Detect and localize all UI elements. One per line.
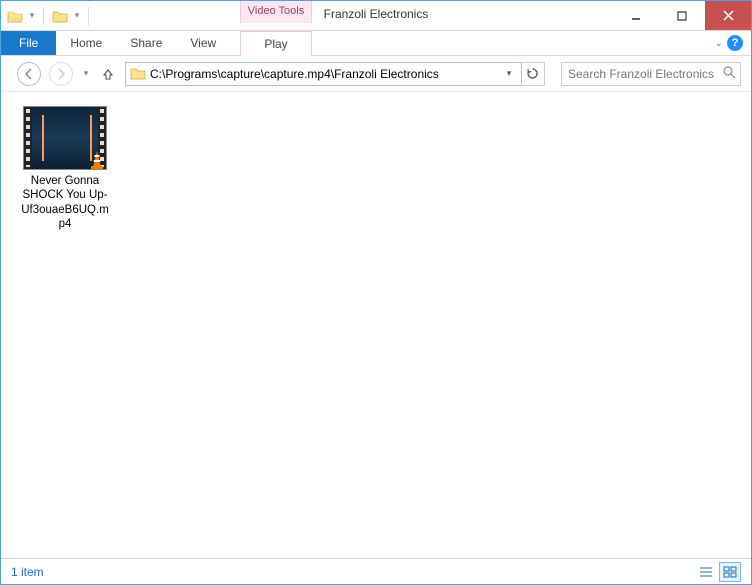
folder-icon: [5, 6, 25, 26]
status-bar: 1 item: [1, 558, 751, 584]
search-input[interactable]: [568, 67, 723, 81]
qat-separator: [88, 7, 89, 25]
file-list[interactable]: Never Gonna SHOCK You Up-Uf3ouaeB6UQ.mp4: [1, 92, 751, 558]
tab-play[interactable]: Play: [240, 31, 312, 56]
thumbnails-view-button[interactable]: [719, 562, 741, 582]
forward-button[interactable]: [49, 62, 73, 86]
address-input[interactable]: [150, 64, 501, 84]
folder-icon: [50, 6, 70, 26]
close-button[interactable]: [705, 1, 751, 30]
item-count-label: 1 item: [11, 565, 44, 579]
search-box[interactable]: [561, 62, 741, 86]
address-bar[interactable]: ▾: [125, 62, 522, 86]
qat-customize-icon[interactable]: ▾: [72, 10, 82, 21]
back-button[interactable]: [17, 62, 41, 86]
folder-icon: [130, 66, 146, 82]
ribbon-tabs: File Home Share View Play ⌄ ?: [1, 31, 751, 56]
search-icon: [723, 66, 736, 82]
file-name-label: Never Gonna SHOCK You Up-Uf3ouaeB6UQ.mp4: [19, 174, 111, 232]
qat-separator: [43, 7, 44, 25]
navigation-bar: ▾ ▾: [1, 56, 751, 92]
title-bar: ▾ ▾ Video Tools Franzoli Electronics: [1, 1, 751, 31]
file-tab[interactable]: File: [1, 31, 56, 55]
expand-ribbon-icon[interactable]: ⌄: [715, 38, 723, 49]
context-tab-group: Video Tools: [240, 1, 312, 23]
address-dropdown-icon[interactable]: ▾: [501, 68, 517, 79]
up-button[interactable]: [99, 67, 117, 81]
help-icon[interactable]: ?: [727, 35, 743, 51]
maximize-button[interactable]: [659, 1, 705, 30]
tab-share[interactable]: Share: [116, 31, 176, 55]
tab-home[interactable]: Home: [56, 31, 116, 55]
tab-view[interactable]: View: [176, 31, 230, 55]
qat-dropdown-icon[interactable]: ▾: [27, 10, 37, 21]
refresh-button[interactable]: [521, 62, 545, 86]
vlc-icon: [86, 149, 108, 171]
file-item[interactable]: Never Gonna SHOCK You Up-Uf3ouaeB6UQ.mp4: [19, 106, 111, 232]
video-thumbnail: [23, 106, 107, 170]
window-title: Franzoli Electronics: [324, 7, 429, 21]
history-dropdown-icon[interactable]: ▾: [81, 68, 91, 79]
details-view-button[interactable]: [695, 562, 717, 582]
minimize-button[interactable]: [613, 1, 659, 30]
